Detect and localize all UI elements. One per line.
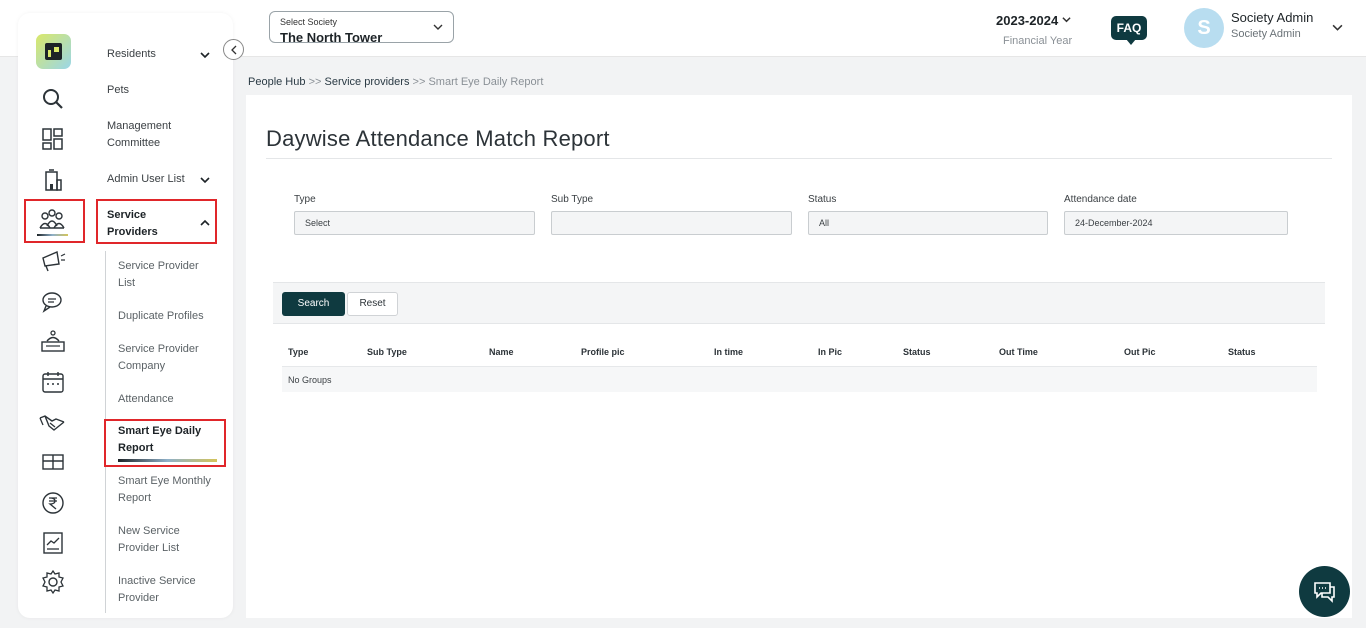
building-icon[interactable]: [40, 167, 66, 193]
type-select[interactable]: Select: [294, 211, 535, 235]
submenu-service-provider-company[interactable]: Service Provider Company: [118, 341, 218, 375]
user-role: Society Admin: [1231, 28, 1301, 40]
page-title: Daywise Attendance Match Report: [266, 126, 610, 151]
menu-item-service-providers[interactable]: Service Providers: [107, 207, 177, 241]
search-icon[interactable]: [40, 86, 66, 112]
people-icon[interactable]: [39, 207, 65, 233]
chevron-down-icon: [433, 24, 443, 30]
gift-icon[interactable]: [40, 449, 66, 475]
financial-year-select[interactable]: 2023-2024 Financial Year: [996, 12, 1086, 47]
breadcrumb: People Hub >> Service providers >> Smart…: [248, 76, 543, 88]
sidebar-collapse-button[interactable]: [223, 39, 244, 60]
chevron-down-icon: [1062, 17, 1071, 23]
chevron-down-icon[interactable]: [200, 50, 210, 60]
column-header: Status: [903, 347, 931, 357]
status-select[interactable]: All: [808, 211, 1048, 235]
attendance-date-input[interactable]: 24-December-2024: [1064, 211, 1288, 235]
reset-button[interactable]: Reset: [347, 292, 398, 316]
menu-item-management-committee[interactable]: Management Committee: [107, 118, 197, 152]
title-divider: [266, 158, 1332, 159]
dashboard-icon[interactable]: [40, 126, 66, 152]
filter-actions: Search Reset: [273, 282, 1325, 324]
society-select[interactable]: Select Society The North Tower: [269, 11, 454, 45]
financial-year-value: 2023-2024: [996, 13, 1059, 28]
active-item-underline: [118, 459, 217, 462]
faq-button[interactable]: FAQ: [1111, 16, 1147, 45]
empty-state-text: No Groups: [288, 375, 332, 385]
handshake-icon[interactable]: [39, 409, 65, 435]
search-button[interactable]: Search: [282, 292, 345, 316]
column-header: Name: [489, 347, 514, 357]
submenu-duplicate-profiles[interactable]: Duplicate Profiles: [118, 308, 218, 325]
subtype-label: Sub Type: [551, 194, 594, 205]
financial-year-label: Financial Year: [1003, 35, 1073, 47]
logo-mark: [45, 43, 62, 60]
chat-icon[interactable]: [40, 289, 66, 315]
menu-item-pets[interactable]: Pets: [107, 82, 129, 99]
table-row: No Groups: [282, 366, 1317, 392]
column-header: Out Time: [999, 347, 1038, 357]
column-header: In Pic: [818, 347, 843, 357]
column-header: Status: [1228, 347, 1256, 357]
chat-support-button[interactable]: [1299, 566, 1350, 617]
column-header: In time: [714, 347, 744, 357]
breadcrumb-current: Smart Eye Daily Report: [428, 76, 544, 88]
type-label: Type: [294, 194, 316, 205]
chevron-down-icon[interactable]: [1332, 22, 1343, 33]
society-select-value: The North Tower: [280, 30, 383, 45]
column-header: Sub Type: [367, 347, 407, 357]
column-header: Profile pic: [581, 347, 625, 357]
chevron-down-icon[interactable]: [200, 175, 210, 185]
chevron-left-icon: [231, 45, 237, 55]
chat-icon: [1314, 582, 1335, 603]
report-card: Daywise Attendance Match Report Type Sel…: [246, 95, 1352, 618]
calendar-icon[interactable]: [40, 369, 66, 395]
report-icon[interactable]: [40, 530, 66, 556]
submenu-smart-eye-monthly-report[interactable]: Smart Eye Monthly Report: [118, 473, 218, 507]
megaphone-icon[interactable]: [40, 248, 66, 274]
submenu-smart-eye-daily-report[interactable]: Smart Eye Daily Report: [118, 423, 218, 457]
desk-icon[interactable]: [40, 329, 66, 355]
breadcrumb-separator: >>: [412, 76, 426, 88]
submenu-new-service-provider-list[interactable]: New Service Provider List: [118, 523, 218, 557]
submenu-attendance[interactable]: Attendance: [118, 391, 218, 408]
submenu-inactive-service-provider[interactable]: Inactive Service Provider: [118, 573, 218, 607]
breadcrumb-separator: >>: [308, 76, 322, 88]
menu-item-admin-user-list[interactable]: Admin User List: [107, 171, 185, 188]
avatar[interactable]: S: [1184, 8, 1224, 48]
breadcrumb-service-providers[interactable]: Service providers: [324, 76, 409, 88]
column-header: Type: [288, 347, 309, 357]
submenu-service-provider-list[interactable]: Service Provider List: [118, 258, 218, 292]
attendance-date-label: Attendance date: [1064, 194, 1137, 205]
user-name: Society Admin: [1231, 10, 1314, 25]
people-nav-underline: [37, 234, 68, 236]
subtype-select[interactable]: [551, 211, 792, 235]
status-label: Status: [808, 194, 837, 205]
chevron-up-icon[interactable]: [200, 218, 210, 228]
app-logo[interactable]: [36, 34, 71, 69]
society-select-label: Select Society: [280, 17, 338, 27]
menu-item-residents[interactable]: Residents: [107, 46, 156, 63]
rupee-icon[interactable]: [40, 490, 66, 516]
column-header: Out Pic: [1124, 347, 1156, 357]
gear-icon[interactable]: [40, 569, 66, 595]
breadcrumb-people-hub[interactable]: People Hub: [248, 76, 306, 88]
